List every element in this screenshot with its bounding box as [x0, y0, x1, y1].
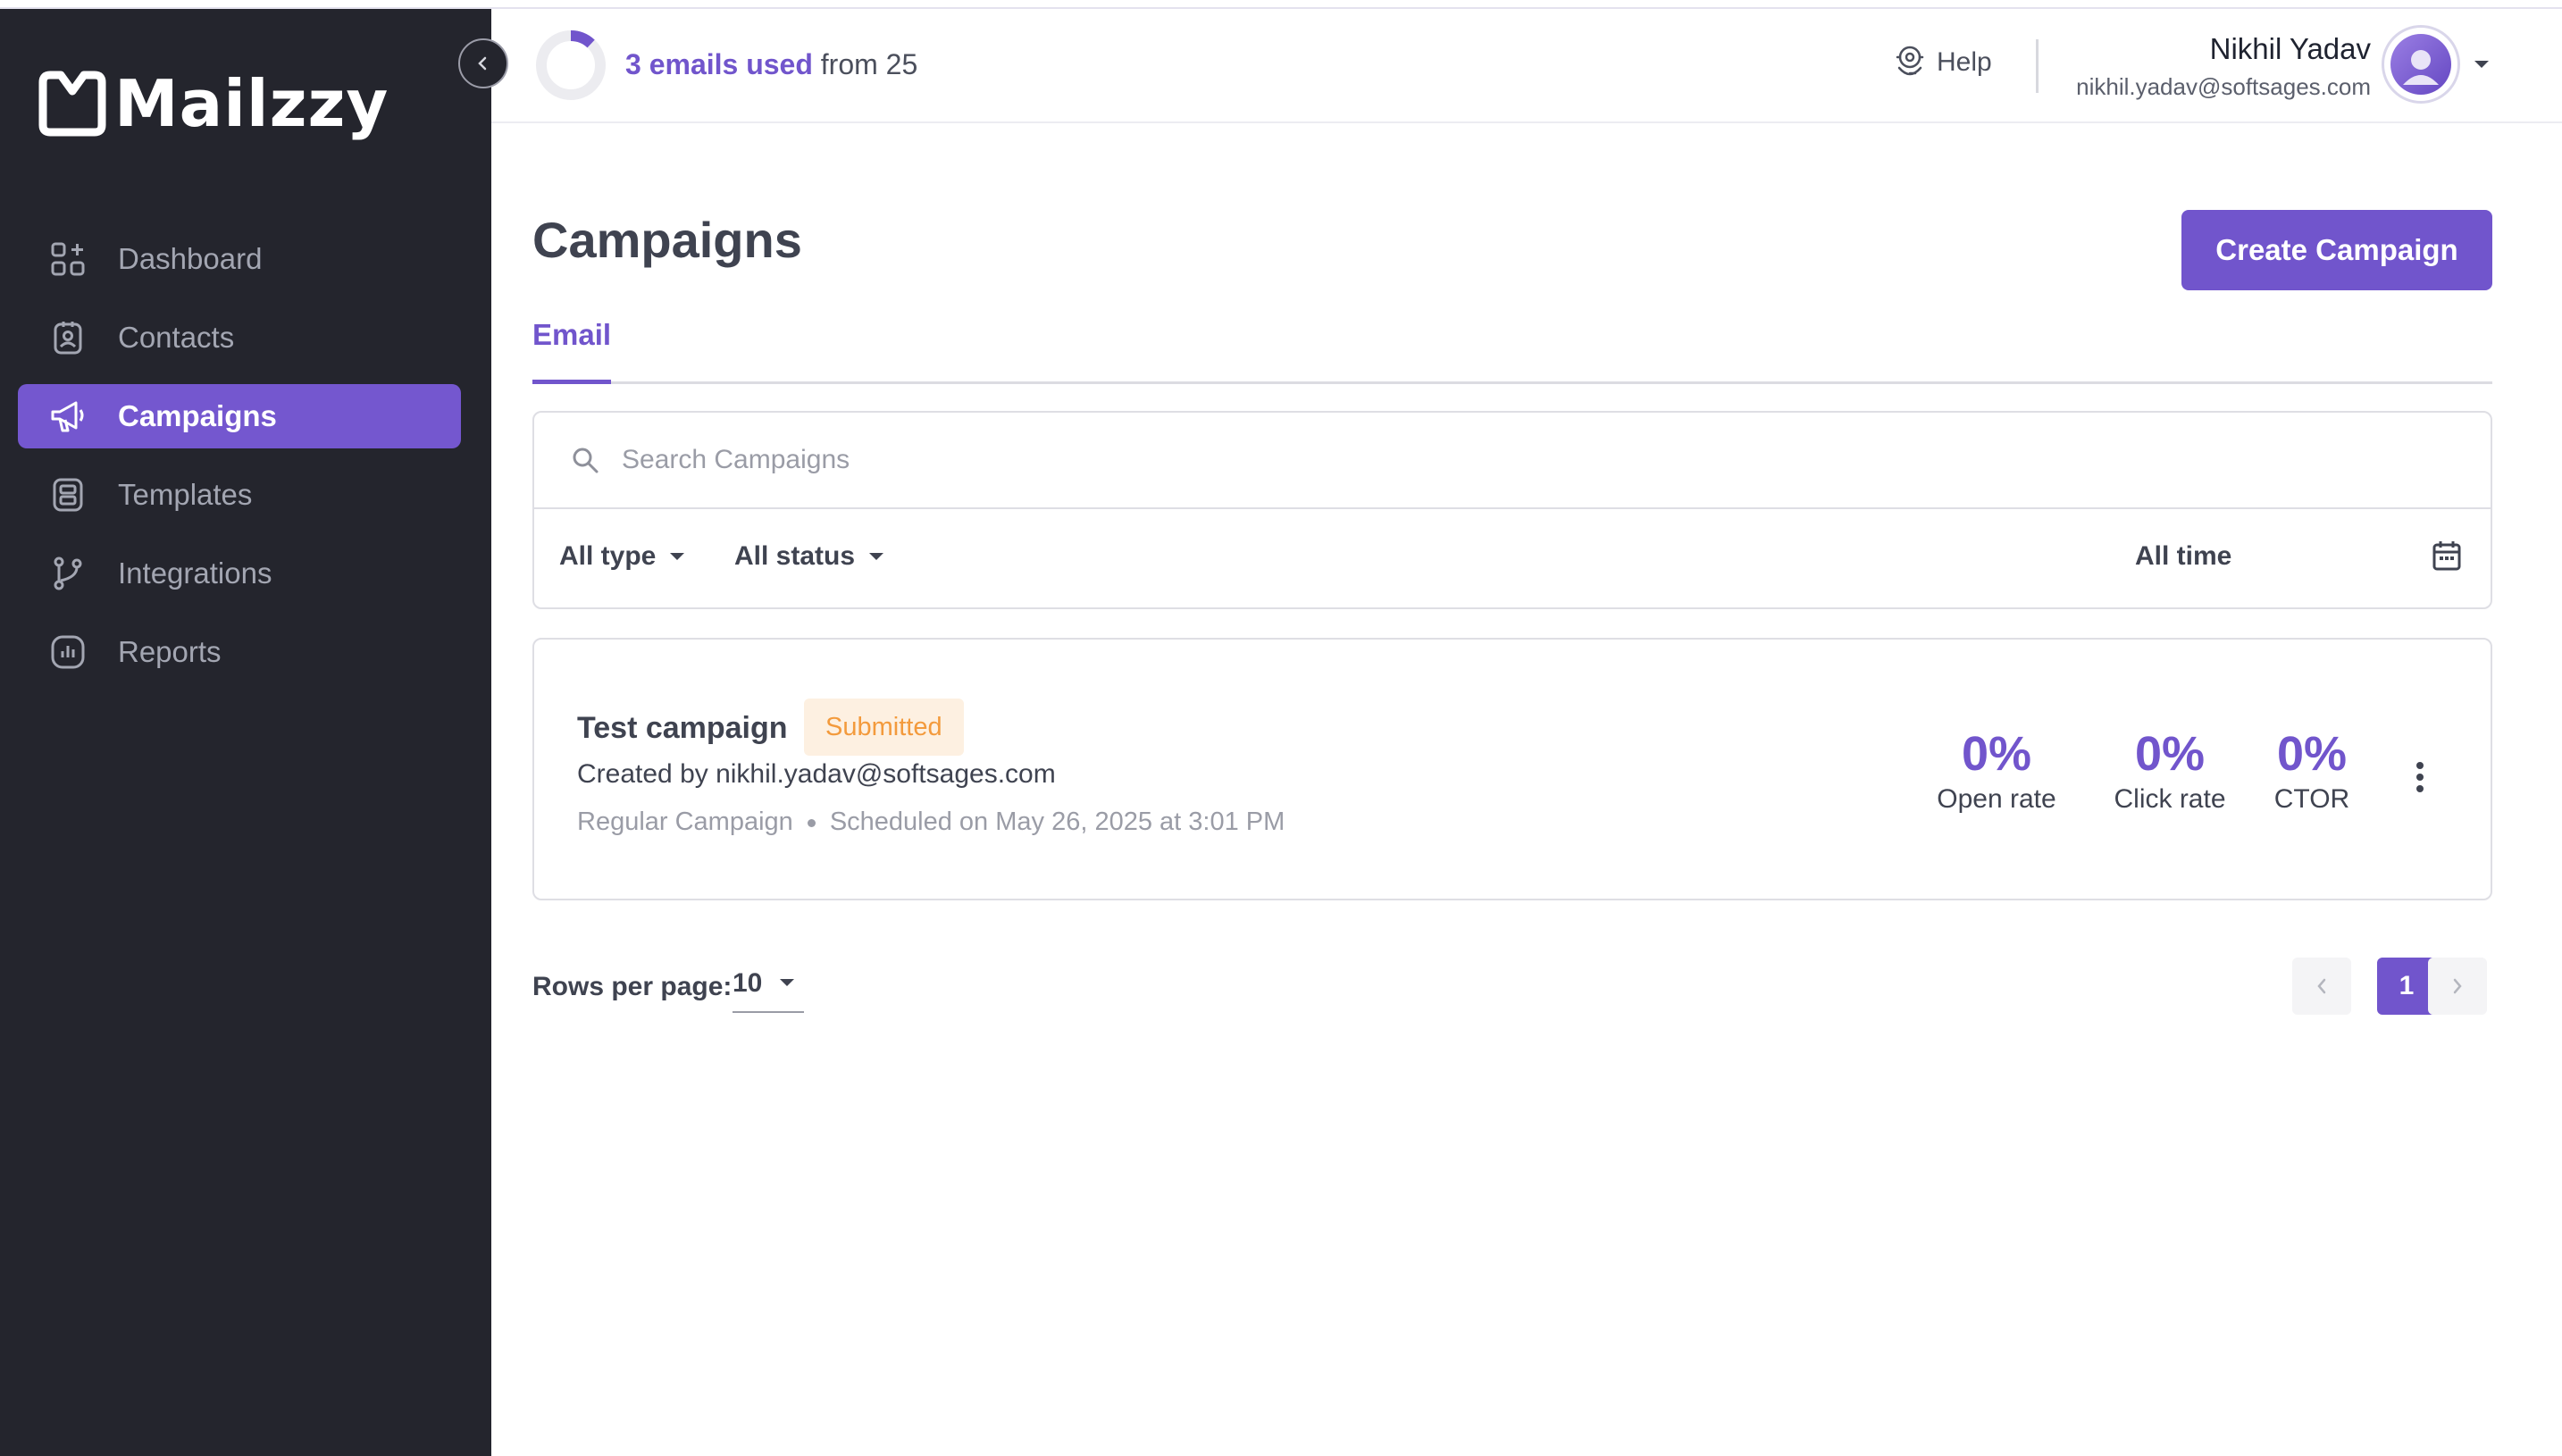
- avatar[interactable]: [2382, 25, 2460, 104]
- rows-per-page-select[interactable]: 10: [733, 965, 804, 1013]
- sidebar-item-contacts[interactable]: Contacts: [18, 305, 461, 370]
- sidebar-item-label: Campaigns: [118, 399, 277, 432]
- filter-row: All type All status All time: [534, 509, 2491, 607]
- type-filter-label: All type: [559, 541, 657, 571]
- campaign-creator: Created by nikhil.yadav@softsages.com: [577, 759, 1056, 789]
- sidebar-item-templates[interactable]: Templates: [18, 463, 461, 527]
- caret-down-icon: [869, 553, 884, 560]
- emails-used-count: 3 emails used: [625, 48, 813, 80]
- campaign-name[interactable]: Test campaign: [577, 711, 788, 746]
- collapse-sidebar-button[interactable]: [458, 38, 508, 88]
- ctor-label: CTOR: [2273, 784, 2350, 814]
- megaphone-icon: [48, 397, 88, 436]
- sidebar-item-label: Integrations: [118, 556, 272, 590]
- search-input[interactable]: [622, 445, 2230, 475]
- search-icon: [573, 448, 599, 473]
- mailzzy-logo-icon: [38, 71, 106, 137]
- emails-quota: from 25: [812, 48, 918, 80]
- app-logo[interactable]: Mailzzy: [34, 59, 389, 148]
- contacts-icon: [48, 318, 88, 357]
- ctor-stat: 0% CTOR: [2258, 729, 2365, 815]
- campaign-card[interactable]: Test campaign Submitted Created by nikhi…: [532, 638, 2492, 900]
- tab-bar: Email: [532, 313, 2492, 384]
- more-options-icon[interactable]: [2414, 761, 2426, 793]
- click-rate-stat: 0% Click rate: [2103, 729, 2237, 815]
- header-divider: [2036, 39, 2039, 93]
- sidebar-item-dashboard[interactable]: Dashboard: [18, 227, 461, 291]
- top-header: 3 emails used from 25 Help Nikhil Yadav …: [491, 9, 2562, 123]
- chevron-left-icon: [2317, 978, 2326, 994]
- ctor-value: 0%: [2276, 727, 2348, 781]
- caret-down-icon: [670, 553, 685, 560]
- usage-progress-ring: [536, 30, 606, 100]
- create-campaign-button[interactable]: Create Campaign: [2181, 210, 2492, 290]
- click-rate-value: 0%: [2134, 727, 2206, 781]
- search-bar: [534, 413, 2491, 509]
- campaign-type: Regular Campaign: [577, 807, 793, 836]
- status-filter-label: All status: [734, 541, 856, 571]
- status-badge: Submitted: [804, 699, 964, 756]
- next-page-button[interactable]: [2428, 958, 2487, 1015]
- top-border: [0, 0, 2562, 9]
- filter-panel: All type All status All time: [532, 411, 2492, 609]
- templates-icon: [48, 475, 88, 515]
- user-email: nikhil.yadav@softsages.com: [2076, 73, 2371, 100]
- page-title: Campaigns: [532, 212, 802, 268]
- chevron-left-icon: [478, 56, 487, 71]
- open-rate-stat: 0% Open rate: [1930, 729, 2064, 815]
- campaign-schedule: Scheduled on May 26, 2025 at 3:01 PM: [829, 807, 1285, 836]
- status-filter-dropdown[interactable]: All status: [734, 541, 885, 572]
- open-rate-value: 0%: [1961, 727, 2032, 781]
- branch-icon: [48, 554, 88, 593]
- campaign-meta: Regular Campaign Scheduled on May 26, 202…: [577, 807, 1285, 837]
- open-rate-label: Open rate: [1937, 784, 2056, 814]
- time-filter[interactable]: All time: [2135, 541, 2231, 572]
- rows-per-page-value: 10: [733, 968, 763, 998]
- help-button[interactable]: Help: [1892, 43, 1992, 82]
- chevron-down-icon[interactable]: [2473, 59, 2491, 70]
- reports-icon: [48, 632, 88, 672]
- help-icon: [1896, 46, 1924, 76]
- user-avatar-icon: [2390, 34, 2451, 95]
- previous-page-button[interactable]: [2292, 958, 2351, 1015]
- sidebar-item-integrations[interactable]: Integrations: [18, 541, 461, 606]
- sidebar-nav: Dashboard Contacts Campaigns Templates I…: [18, 227, 461, 699]
- sidebar-item-campaigns[interactable]: Campaigns: [18, 384, 461, 448]
- email-usage-text: 3 emails used from 25: [625, 48, 917, 81]
- sidebar-item-label: Templates: [118, 478, 253, 511]
- sidebar: Mailzzy Dashboard Contacts Campaigns Tem…: [0, 9, 491, 1456]
- calendar-icon[interactable]: [2432, 540, 2462, 572]
- chevron-right-icon: [2453, 978, 2462, 994]
- dashboard-icon: [48, 239, 88, 279]
- rows-per-page-label: Rows per page:: [532, 972, 733, 1001]
- logo-text: Mailzzy: [114, 66, 389, 141]
- sidebar-item-label: Reports: [118, 635, 222, 668]
- caret-down-icon: [780, 979, 795, 986]
- click-rate-label: Click rate: [2114, 784, 2226, 814]
- tab-email[interactable]: Email: [532, 313, 612, 384]
- sidebar-item-label: Contacts: [118, 321, 235, 354]
- sidebar-item-reports[interactable]: Reports: [18, 620, 461, 684]
- help-label: Help: [1937, 47, 1992, 77]
- sidebar-item-label: Dashboard: [118, 242, 263, 275]
- separator-dot: [807, 818, 816, 827]
- user-name: Nikhil Yadav: [2209, 32, 2371, 65]
- type-filter-dropdown[interactable]: All type: [559, 541, 686, 572]
